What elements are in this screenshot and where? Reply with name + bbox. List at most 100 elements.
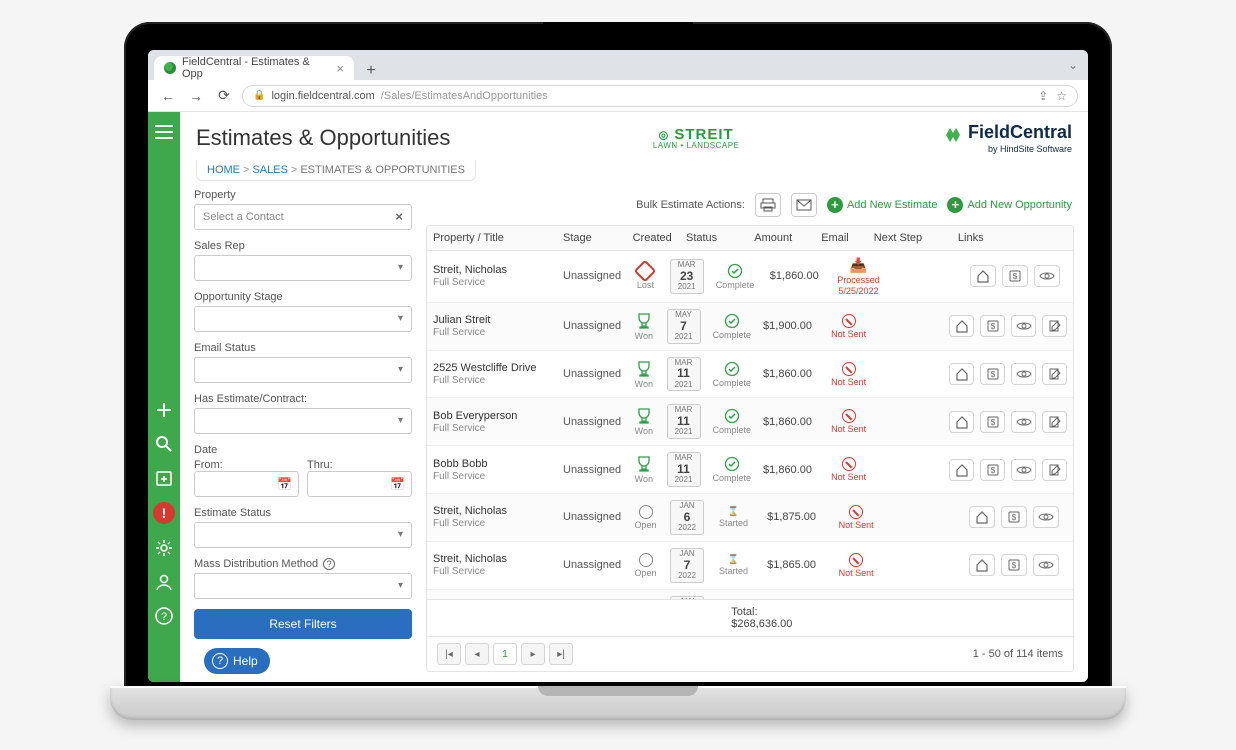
- col-next-step[interactable]: Next Step: [868, 226, 952, 250]
- help-fab[interactable]: ? Help: [204, 648, 270, 674]
- email-status-select[interactable]: ▾: [194, 357, 412, 383]
- page-next-button[interactable]: ▸: [521, 643, 545, 665]
- col-email[interactable]: Email: [802, 226, 868, 250]
- link-estimate-button[interactable]: $: [980, 315, 1005, 337]
- clear-icon[interactable]: ×: [395, 209, 403, 224]
- link-home-button[interactable]: [969, 554, 995, 576]
- link-home-button[interactable]: [949, 315, 974, 337]
- date-from-input[interactable]: 📅: [194, 471, 299, 497]
- table-row[interactable]: Bobb BobbFull ServiceUnassignedWonMAR112…: [427, 446, 1073, 494]
- link-view-button[interactable]: [1011, 459, 1036, 481]
- link-edit-button[interactable]: [1042, 459, 1067, 481]
- link-home-button[interactable]: [970, 265, 996, 287]
- back-button[interactable]: ←: [158, 86, 178, 106]
- user-icon[interactable]: [154, 572, 174, 592]
- link-estimate-button[interactable]: $: [1001, 554, 1027, 576]
- close-tab-icon[interactable]: ×: [336, 61, 344, 76]
- row-amount: $1,860.00: [757, 446, 822, 493]
- link-home-button[interactable]: [949, 459, 974, 481]
- sales-rep-select[interactable]: ▾: [194, 255, 412, 281]
- new-tab-button[interactable]: +: [360, 62, 382, 80]
- link-view-button[interactable]: [1011, 411, 1036, 433]
- row-stage: Unassigned: [563, 559, 621, 571]
- col-created[interactable]: Created: [628, 226, 676, 250]
- search-icon[interactable]: [154, 434, 174, 454]
- link-edit-button[interactable]: [1042, 411, 1067, 433]
- help-tooltip-icon[interactable]: ?: [323, 558, 335, 570]
- link-home-button[interactable]: [949, 411, 974, 433]
- date-thru-input[interactable]: 📅: [307, 471, 412, 497]
- table-row[interactable]: Bob EverypersonFull ServiceUnassignedWon…: [427, 398, 1073, 446]
- share-icon[interactable]: ⇪: [1038, 89, 1048, 103]
- link-view-button[interactable]: [1034, 265, 1060, 287]
- alert-icon[interactable]: !: [153, 502, 175, 524]
- link-view-button[interactable]: [1033, 554, 1059, 576]
- has-estimate-select[interactable]: ▾: [194, 408, 412, 434]
- estimate-status-select[interactable]: ▾: [194, 522, 412, 548]
- col-stage[interactable]: Stage: [557, 226, 628, 250]
- col-property[interactable]: Property / Title: [427, 226, 557, 250]
- add-estimate-button[interactable]: +Add New Estimate: [827, 197, 937, 213]
- link-edit-button[interactable]: [1042, 315, 1067, 337]
- table-header: Property / Title Stage Created Status Am…: [427, 226, 1073, 251]
- email-cell: Not Sent: [839, 553, 874, 578]
- table-row[interactable]: Streit, NicholasFull ServiceUnassignedOp…: [427, 494, 1073, 542]
- page-prev-button[interactable]: ◂: [465, 643, 489, 665]
- forward-button[interactable]: →: [186, 86, 206, 106]
- email-cell: Not Sent: [831, 457, 866, 482]
- reset-filters-button[interactable]: Reset Filters: [194, 609, 412, 639]
- link-estimate-button[interactable]: $: [980, 411, 1005, 433]
- email-cell: Not Sent: [831, 362, 866, 387]
- table-row[interactable]: Streit, NicholasFull ServiceUnassignedLo…: [427, 251, 1073, 303]
- calendar-add-icon[interactable]: [154, 468, 174, 488]
- help-sidebar-icon[interactable]: ?: [154, 606, 174, 626]
- crumb-sales[interactable]: SALES: [252, 164, 287, 176]
- row-amount: $1,860.00: [757, 590, 826, 599]
- opp-stage-select[interactable]: ▾: [194, 306, 412, 332]
- link-home-button[interactable]: [949, 363, 974, 385]
- menu-icon[interactable]: [154, 122, 174, 142]
- row-next-step: [886, 542, 963, 589]
- date-label: Date: [194, 444, 412, 456]
- table-row[interactable]: Streit, NicholasFull ServiceUnassignedOp…: [427, 542, 1073, 590]
- url-field[interactable]: 🔒 login.fieldcentral.com/Sales/Estimates…: [242, 85, 1078, 107]
- total-amount: $268,636.00: [731, 618, 792, 630]
- print-button[interactable]: [755, 193, 781, 217]
- reload-button[interactable]: ⟳: [214, 86, 234, 106]
- link-estimate-button[interactable]: $: [980, 363, 1005, 385]
- table-row[interactable]: Julian StreitFull ServiceUnassignedWonMA…: [427, 303, 1073, 351]
- table-row[interactable]: 115 Crusader Ave WFull ServiceUnassigned…: [427, 590, 1073, 599]
- row-name: 2525 Westcliffe Drive: [433, 362, 537, 374]
- link-estimate-button[interactable]: $: [1001, 506, 1027, 528]
- calendar-icon: 📅: [277, 477, 292, 491]
- col-status[interactable]: Status: [676, 226, 727, 250]
- plus-icon: +: [827, 197, 843, 213]
- row-stage: Unassigned: [563, 270, 621, 282]
- link-estimate-button[interactable]: $: [1002, 265, 1028, 287]
- col-amount[interactable]: Amount: [727, 226, 802, 250]
- gear-icon[interactable]: [154, 538, 174, 558]
- link-view-button[interactable]: [1011, 315, 1036, 337]
- link-home-button[interactable]: [969, 506, 995, 528]
- link-view-button[interactable]: [1011, 363, 1036, 385]
- browser-tab[interactable]: FieldCentral - Estimates & Opp ×: [154, 56, 354, 80]
- add-opportunity-button[interactable]: +Add New Opportunity: [947, 197, 1072, 213]
- email-button[interactable]: [791, 193, 817, 217]
- crumb-home[interactable]: HOME: [207, 164, 240, 176]
- property-select[interactable]: Select a Contact ×: [194, 204, 412, 230]
- stage-icon: Won: [635, 312, 653, 341]
- page-current[interactable]: 1: [493, 643, 517, 665]
- link-view-button[interactable]: [1033, 506, 1059, 528]
- tabs-overflow-icon[interactable]: ⌄: [1068, 58, 1078, 72]
- page-first-button[interactable]: |◂: [437, 643, 461, 665]
- link-edit-button[interactable]: [1042, 363, 1067, 385]
- status-cell: Complete: [713, 361, 752, 388]
- mass-dist-select[interactable]: ▾: [194, 573, 412, 599]
- row-sub: Full Service: [433, 375, 537, 386]
- page-last-button[interactable]: ▸|: [549, 643, 573, 665]
- table-row[interactable]: 2525 Westcliffe DriveFull ServiceUnassig…: [427, 351, 1073, 399]
- link-estimate-button[interactable]: $: [980, 459, 1005, 481]
- stage-icon: Won: [635, 407, 653, 436]
- bookmark-icon[interactable]: ☆: [1056, 89, 1067, 103]
- add-icon[interactable]: [154, 400, 174, 420]
